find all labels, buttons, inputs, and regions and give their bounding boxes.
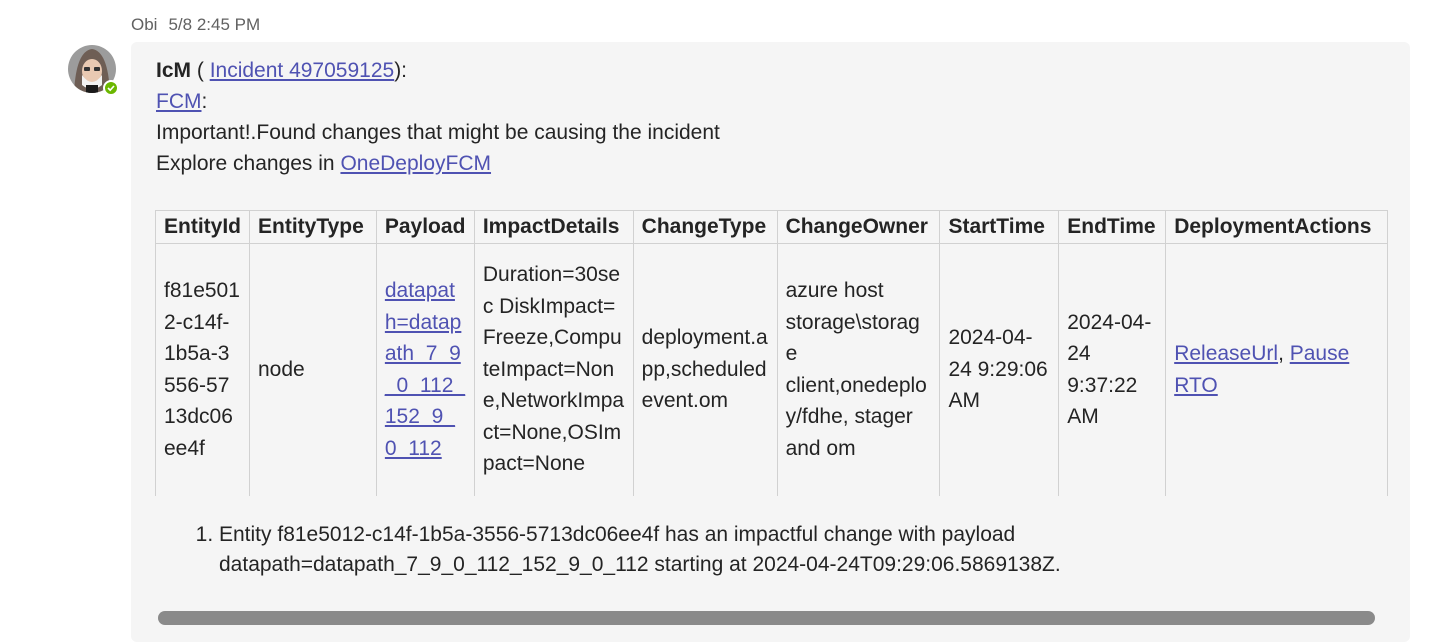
header-starttime: StartTime bbox=[939, 210, 1060, 244]
header-entitytype: EntityType bbox=[249, 210, 377, 244]
cell-deploymentactions: ReleaseUrl, Pause RTO bbox=[1165, 242, 1388, 496]
changes-table-container: EntityId EntityType Payload ImpactDetail… bbox=[155, 210, 1388, 496]
actions-separator: , bbox=[1278, 342, 1290, 365]
notes-list: Entity f81e5012-c14f-1b5a-3556-5713dc06e… bbox=[156, 520, 1119, 580]
cell-entitytype: node bbox=[249, 242, 377, 496]
changes-table: EntityId EntityType Payload ImpactDetail… bbox=[155, 210, 1388, 496]
release-url-link[interactable]: ReleaseUrl bbox=[1174, 342, 1278, 365]
incident-suffix: ): bbox=[394, 59, 408, 82]
incident-link[interactable]: Incident 497059125 bbox=[210, 59, 395, 82]
important-line: Important!.Found changes that might be c… bbox=[156, 121, 720, 144]
fcm-suffix: : bbox=[201, 90, 208, 113]
cell-changetype: deployment.app,scheduledevent.om bbox=[632, 242, 778, 496]
onedeployfcm-link[interactable]: OneDeployFCM bbox=[340, 152, 491, 175]
header-changetype: ChangeType bbox=[632, 210, 778, 244]
header-deploymentactions: DeploymentActions bbox=[1165, 210, 1388, 244]
header-payload: Payload bbox=[375, 210, 475, 244]
incident-prefix: ( bbox=[191, 59, 210, 82]
sender-name: IcM bbox=[156, 59, 192, 82]
header-impactdetails: ImpactDetails bbox=[473, 210, 634, 244]
table-header-row: EntityId EntityType Payload ImpactDetail… bbox=[155, 210, 1388, 244]
cell-starttime: 2024-04-24 9:29:06 AM bbox=[939, 242, 1060, 496]
message-body: IcM ( Incident 497059125): FCM: Importan… bbox=[156, 55, 1396, 179]
explore-prefix: Explore changes in bbox=[156, 152, 341, 175]
list-item: Entity f81e5012-c14f-1b5a-3556-5713dc06e… bbox=[219, 520, 1119, 580]
message-title-line: IcM ( Incident 497059125): bbox=[156, 55, 1396, 86]
message-header: Obi 5/8 2:45 PM bbox=[131, 15, 260, 35]
header-entityid: EntityId bbox=[155, 210, 250, 244]
explore-line: Explore changes in OneDeployFCM bbox=[156, 148, 1396, 179]
horizontal-scrollbar[interactable] bbox=[158, 611, 1375, 625]
cell-changeowner: azure host storage\storage client,onedep… bbox=[776, 242, 941, 496]
cell-entityid: f81e5012-c14f-1b5a-3556-5713dc06ee4f bbox=[155, 242, 250, 496]
header-endtime: EndTime bbox=[1058, 210, 1167, 244]
header-changeowner: ChangeOwner bbox=[776, 210, 941, 244]
message-timestamp: 5/8 2:45 PM bbox=[168, 15, 261, 34]
cell-payload: datapath=datapath_7_9_0_112_152_9_0_112 bbox=[375, 242, 475, 496]
presence-available-icon bbox=[103, 80, 119, 96]
payload-link[interactable]: datapath=datapath_7_9_0_112_152_9_0_112 bbox=[385, 279, 465, 460]
author-name: Obi bbox=[131, 15, 158, 34]
fcm-link[interactable]: FCM bbox=[156, 90, 202, 113]
fcm-line: FCM: bbox=[156, 86, 1396, 117]
cell-endtime: 2024-04-24 9:37:22 AM bbox=[1058, 242, 1167, 496]
table-row: f81e5012-c14f-1b5a-3556-5713dc06ee4f nod… bbox=[155, 242, 1388, 496]
cell-impactdetails: Duration=30sec DiskImpact=Freeze,Compute… bbox=[473, 242, 634, 496]
